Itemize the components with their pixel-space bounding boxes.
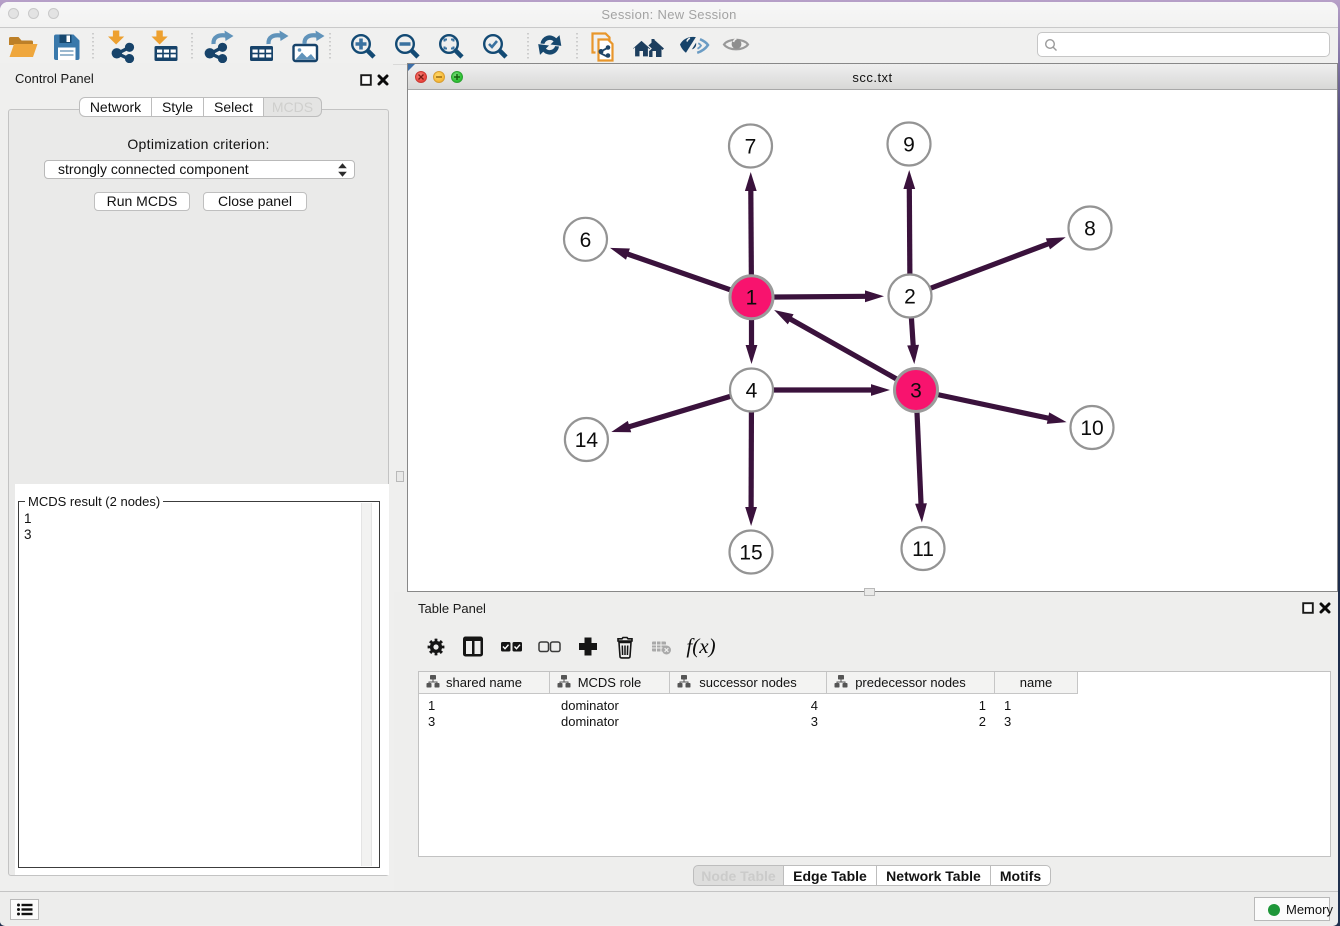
- svg-text:14: 14: [575, 429, 599, 452]
- svg-text:7: 7: [745, 136, 757, 159]
- svg-text:4: 4: [746, 380, 758, 403]
- svg-text:3: 3: [910, 380, 922, 403]
- svg-text:f(x): f(x): [686, 634, 715, 658]
- svg-text:6: 6: [580, 229, 592, 252]
- svg-text:8: 8: [1084, 218, 1096, 241]
- svg-text:10: 10: [1080, 417, 1103, 440]
- svg-text:15: 15: [739, 542, 762, 565]
- svg-text:9: 9: [903, 134, 915, 157]
- svg-text:2: 2: [904, 286, 916, 309]
- svg-text:1: 1: [746, 287, 758, 310]
- svg-text:11: 11: [912, 538, 934, 561]
